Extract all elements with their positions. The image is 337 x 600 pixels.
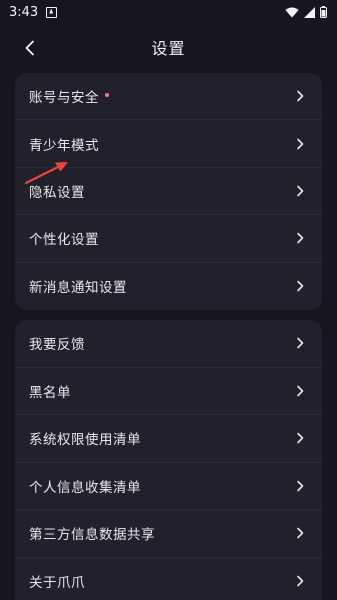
settings-group-account: 账号与安全 青少年模式 隐私设置 个性化设置 新消息通知设置 [15,73,322,310]
settings-item-account-security[interactable]: 账号与安全 [15,73,322,121]
settings-item-label: 我要反馈 [29,337,85,354]
status-bar: 3:43 [0,0,337,24]
settings-group-about: 我要反馈 黑名单 系统权限使用清单 个人信息收集清单 第三方信息数据共享 关于爪… [15,320,322,600]
settings-item-label: 关于爪爪 [29,575,85,592]
settings-screen: 3:43 设置 账号与安全 青少年模式 隐私设置 个性化设置 新消息通知设置 我… [0,0,337,600]
status-time: 3:43 [9,4,39,20]
settings-item-system-permissions[interactable]: 系统权限使用清单 [15,415,322,463]
chevron-right-icon [297,337,304,349]
settings-item-label: 新消息通知设置 [29,280,127,297]
chevron-right-icon [297,385,304,397]
settings-item-third-party-sharing[interactable]: 第三方信息数据共享 [15,510,322,558]
chevron-right-icon [297,233,304,244]
chevron-right-icon [297,575,304,587]
chevron-right-icon [297,527,304,539]
settings-item-label: 账号与安全 [29,90,99,107]
annotation-arrow-icon [24,162,68,185]
signal-icon [304,6,315,18]
status-right [285,6,327,18]
status-left: 3:43 [9,4,58,20]
settings-item-label: 青少年模式 [29,137,99,154]
settings-item-about[interactable]: 关于爪爪 [15,558,322,600]
nav-bar: 设置 [0,24,337,70]
notification-dot [105,93,109,98]
page-title: 设置 [151,39,186,58]
chevron-right-icon [297,280,304,292]
settings-item-label: 黑名单 [29,384,71,401]
chevron-right-icon [297,185,304,197]
settings-item-blacklist[interactable]: 黑名单 [15,368,322,415]
battery-icon [320,6,327,18]
chevron-right-icon [297,90,304,102]
chevron-right-icon [297,432,304,444]
settings-item-label: 个性化设置 [29,232,99,249]
chevron-right-icon [297,138,304,149]
app-notification-icon [46,6,58,18]
settings-item-feedback[interactable]: 我要反馈 [15,320,322,368]
chevron-right-icon [297,480,304,492]
settings-item-label: 系统权限使用清单 [29,432,141,449]
settings-item-personal-info-list[interactable]: 个人信息收集清单 [15,463,322,510]
settings-item-personalization[interactable]: 个性化设置 [15,215,322,263]
settings-item-notifications[interactable]: 新消息通知设置 [15,263,322,310]
settings-item-label: 第三方信息数据共享 [29,527,155,544]
wifi-icon [285,7,299,17]
settings-item-label: 个人信息收集清单 [29,479,141,496]
